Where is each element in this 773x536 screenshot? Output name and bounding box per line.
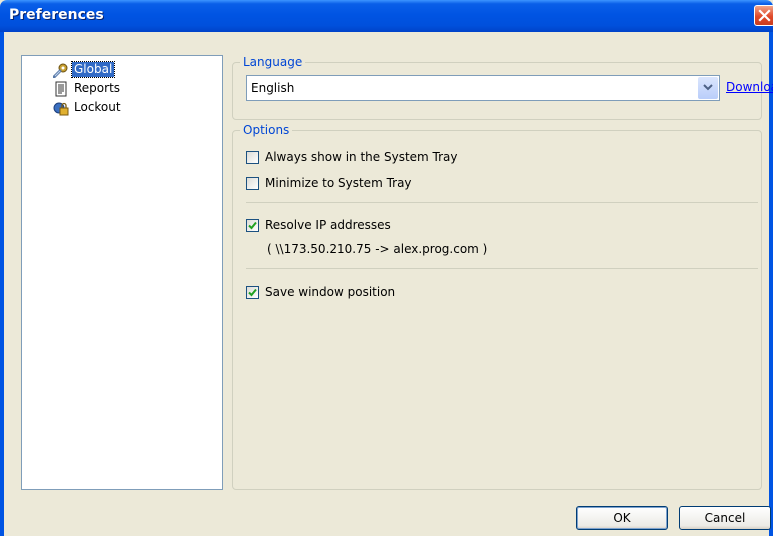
cancel-button[interactable]: Cancel xyxy=(679,506,771,530)
options-legend: Options xyxy=(240,123,293,137)
lock-icon xyxy=(53,102,69,116)
options-separator xyxy=(246,202,758,203)
close-button[interactable] xyxy=(754,5,773,26)
ok-button[interactable]: OK xyxy=(576,506,668,530)
tree-item-label: Reports xyxy=(74,81,121,95)
language-select-value: English xyxy=(251,81,295,95)
language-legend: Language xyxy=(240,55,306,69)
checkmark-icon xyxy=(248,288,257,297)
close-icon xyxy=(758,9,771,22)
always-show-tray-label: Always show in the System Tray xyxy=(265,150,458,164)
report-document-icon xyxy=(55,81,67,97)
language-dropdown-button[interactable] xyxy=(698,77,718,99)
resolve-ip-label: Resolve IP addresses xyxy=(265,218,391,232)
category-tree[interactable]: Global Reports Lockout xyxy=(21,55,223,490)
checkmark-icon xyxy=(248,221,257,230)
title-bar: Preferences xyxy=(0,0,773,32)
window-frame-right xyxy=(769,32,773,536)
tree-item-label: Global xyxy=(70,61,116,78)
window-frame-left xyxy=(0,32,4,536)
always-show-tray-checkbox[interactable] xyxy=(246,151,259,164)
minimize-tray-checkbox[interactable] xyxy=(246,177,259,190)
options-separator xyxy=(246,268,758,269)
resolve-ip-example: ( \\173.50.210.75 -> alex.prog.com ) xyxy=(267,242,488,256)
download-link[interactable]: Download xyxy=(726,80,773,94)
save-position-checkbox[interactable] xyxy=(246,286,259,299)
save-position-label: Save window position xyxy=(265,285,396,299)
resolve-ip-checkbox[interactable] xyxy=(246,219,259,232)
minimize-tray-label: Minimize to System Tray xyxy=(265,176,412,190)
tree-item-label: Lockout xyxy=(74,100,121,114)
window-title: Preferences xyxy=(9,7,104,23)
chevron-down-icon xyxy=(703,84,713,91)
language-select[interactable]: English xyxy=(246,75,720,101)
wrench-gear-icon xyxy=(53,63,68,78)
